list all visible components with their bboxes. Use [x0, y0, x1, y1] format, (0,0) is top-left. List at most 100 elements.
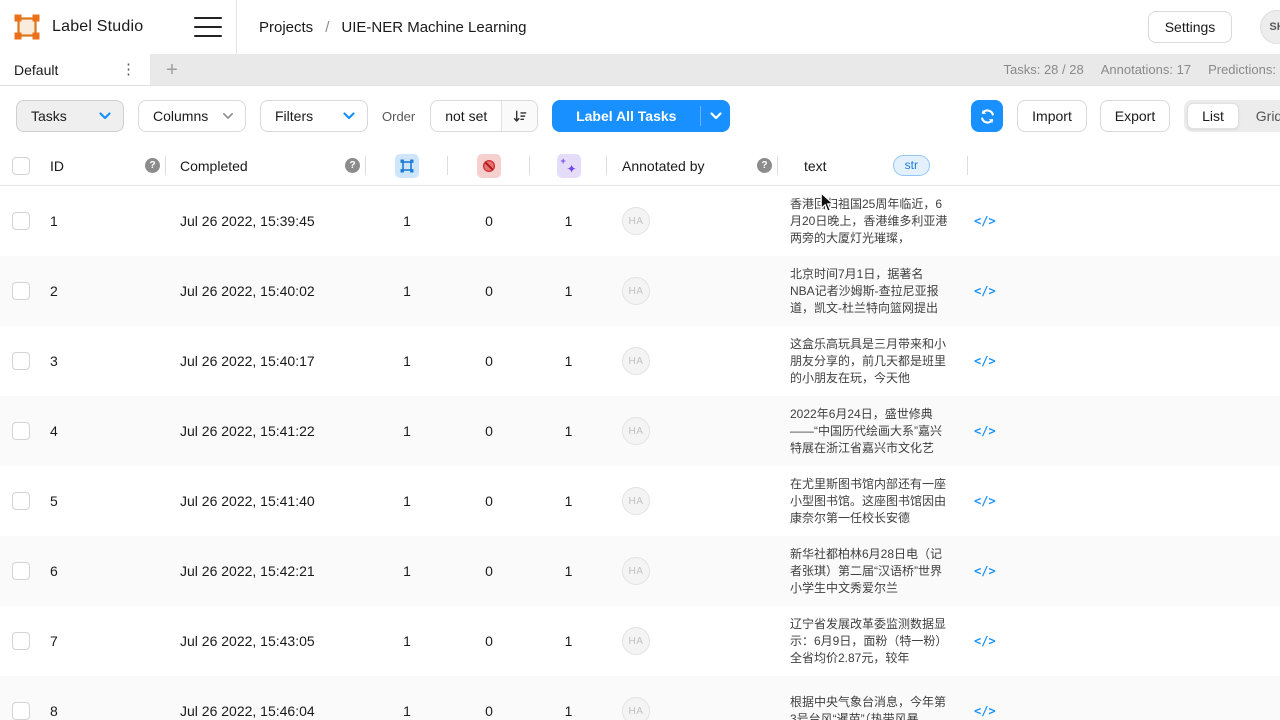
order-value[interactable]: not set: [431, 101, 501, 131]
settings-button[interactable]: Settings: [1148, 11, 1232, 43]
annotations-column-icon[interactable]: [395, 154, 419, 178]
chevron-down-icon: [99, 112, 111, 120]
annotator-avatar: HA: [622, 347, 650, 375]
hamburger-menu-icon[interactable]: [194, 17, 222, 37]
code-icon[interactable]: </>: [974, 494, 996, 508]
tab-default[interactable]: Default ⋮: [0, 54, 150, 85]
table-row[interactable]: 2 Jul 26 2022, 15:40:02 1 0 1 HA 北京时间7月1…: [0, 256, 1280, 326]
app-title: Label Studio: [52, 18, 194, 36]
row-checkbox[interactable]: [12, 422, 30, 440]
table-row[interactable]: 5 Jul 26 2022, 15:41:40 1 0 1 HA 在尤里斯图书馆…: [0, 466, 1280, 536]
annotation-box-icon: [400, 159, 414, 173]
label-studio-logo-icon: [14, 14, 40, 40]
task-table-body: 1 Jul 26 2022, 15:39:45 1 0 1 HA 香港回归祖国2…: [0, 186, 1280, 720]
row-checkbox[interactable]: [12, 352, 30, 370]
sort-direction-button[interactable]: [501, 101, 537, 131]
label-all-tasks-label: Label All Tasks: [552, 108, 700, 124]
logo-zone: Label Studio: [0, 0, 237, 54]
column-header-id[interactable]: ID: [50, 158, 64, 174]
table-row[interactable]: 3 Jul 26 2022, 15:40:17 1 0 1 HA 这盒乐高玩具是…: [0, 326, 1280, 396]
breadcrumb-current-project: UIE-NER Machine Learning: [341, 19, 526, 36]
column-header-completed[interactable]: Completed: [180, 158, 248, 174]
cell-completed: Jul 26 2022, 15:41:22: [180, 423, 315, 439]
view-mode-toggle: List Grid: [1184, 100, 1280, 132]
code-icon[interactable]: </>: [974, 424, 996, 438]
column-header-source: [968, 146, 1280, 185]
code-icon[interactable]: </>: [974, 284, 996, 298]
column-header-text[interactable]: text: [804, 158, 827, 174]
cell-cancelled-count: 0: [485, 353, 493, 369]
row-checkbox[interactable]: [12, 282, 30, 300]
cell-predictions-count: 1: [565, 213, 573, 229]
cell-cancelled-count: 0: [485, 563, 493, 579]
predictions-column-icon[interactable]: + ✦: [557, 154, 581, 178]
row-checkbox[interactable]: [12, 492, 30, 510]
help-icon[interactable]: ?: [345, 158, 360, 173]
code-icon[interactable]: </>: [974, 564, 996, 578]
row-checkbox[interactable]: [12, 702, 30, 720]
user-avatar[interactable]: SH: [1260, 10, 1280, 44]
tab-default-label: Default: [14, 62, 117, 78]
view-list-button[interactable]: List: [1187, 103, 1239, 129]
tasks-dropdown[interactable]: Tasks: [16, 100, 124, 132]
help-icon[interactable]: ?: [757, 158, 772, 173]
table-row[interactable]: 8 Jul 26 2022, 15:46:04 1 0 1 HA 根据中央气象台…: [0, 676, 1280, 720]
table-row[interactable]: 1 Jul 26 2022, 15:39:45 1 0 1 HA 香港回归祖国2…: [0, 186, 1280, 256]
export-button[interactable]: Export: [1100, 100, 1170, 132]
cell-annotations-count: 1: [403, 563, 411, 579]
cell-completed: Jul 26 2022, 15:41:40: [180, 493, 315, 509]
row-checkbox[interactable]: [12, 212, 30, 230]
help-icon[interactable]: ?: [145, 158, 160, 173]
breadcrumb-separator: /: [325, 19, 329, 36]
cancelled-annotations-column-icon[interactable]: [477, 154, 501, 178]
breadcrumb-projects-link[interactable]: Projects: [259, 19, 313, 36]
cell-cancelled-count: 0: [485, 283, 493, 299]
cell-id: 8: [50, 703, 58, 719]
view-grid-button[interactable]: Grid: [1243, 103, 1280, 129]
row-checkbox[interactable]: [12, 562, 30, 580]
cell-annotations-count: 1: [403, 703, 411, 719]
filters-dropdown-label: Filters: [275, 108, 313, 124]
cell-predictions-count: 1: [565, 423, 573, 439]
table-row[interactable]: 4 Jul 26 2022, 15:41:22 1 0 1 HA 2022年6月…: [0, 396, 1280, 466]
annotator-avatar: HA: [622, 487, 650, 515]
code-icon[interactable]: </>: [974, 634, 996, 648]
cell-text: 在尤里斯图书馆内部还有一座小型图书馆。这座图书馆因由康奈尔第一任校长安德: [790, 476, 948, 527]
annotator-avatar: HA: [622, 557, 650, 585]
tab-options-kebab-icon[interactable]: ⋮: [117, 62, 140, 77]
annotator-avatar: HA: [622, 417, 650, 445]
text-type-badge: str: [893, 155, 930, 177]
code-icon[interactable]: </>: [974, 214, 996, 228]
columns-dropdown[interactable]: Columns: [138, 100, 246, 132]
code-icon[interactable]: </>: [974, 704, 996, 718]
cell-completed: Jul 26 2022, 15:40:02: [180, 283, 315, 299]
select-all-checkbox[interactable]: [12, 157, 30, 175]
cell-text: 香港回归祖国25周年临近，6月20日晚上，香港维多利亚港两旁的大厦灯光璀璨，: [790, 196, 948, 247]
filters-dropdown[interactable]: Filters: [260, 100, 368, 132]
cell-predictions-count: 1: [565, 703, 573, 719]
cell-id: 3: [50, 353, 58, 369]
add-tab-button[interactable]: +: [162, 60, 182, 80]
cell-predictions-count: 1: [565, 563, 573, 579]
cell-annotations-count: 1: [403, 493, 411, 509]
sparkle-plus-icon: +: [561, 157, 566, 166]
cell-annotations-count: 1: [403, 423, 411, 439]
column-header-annotated-by[interactable]: Annotated by: [622, 158, 705, 174]
cell-cancelled-count: 0: [485, 423, 493, 439]
import-button[interactable]: Import: [1017, 100, 1087, 132]
order-control[interactable]: not set: [430, 100, 538, 132]
tab-bar: Default ⋮ + Tasks: 28 / 28 Annotations: …: [0, 54, 1280, 86]
code-icon[interactable]: </>: [974, 354, 996, 368]
cell-cancelled-count: 0: [485, 213, 493, 229]
refresh-button[interactable]: [971, 100, 1003, 132]
cell-id: 4: [50, 423, 58, 439]
table-row[interactable]: 7 Jul 26 2022, 15:43:05 1 0 1 HA 辽宁省发展改革…: [0, 606, 1280, 676]
label-all-tasks-dropdown[interactable]: [700, 106, 730, 126]
cell-text: 2022年6月24日，盛世修典——“中国历代绘画大系”嘉兴特展在浙江省嘉兴市文化…: [790, 406, 948, 457]
label-all-tasks-button[interactable]: Label All Tasks: [552, 100, 730, 132]
row-checkbox[interactable]: [12, 632, 30, 650]
ban-icon: [482, 159, 496, 173]
cell-id: 5: [50, 493, 58, 509]
table-row[interactable]: 6 Jul 26 2022, 15:42:21 1 0 1 HA 新华社都柏林6…: [0, 536, 1280, 606]
sort-descending-icon: [512, 109, 527, 124]
